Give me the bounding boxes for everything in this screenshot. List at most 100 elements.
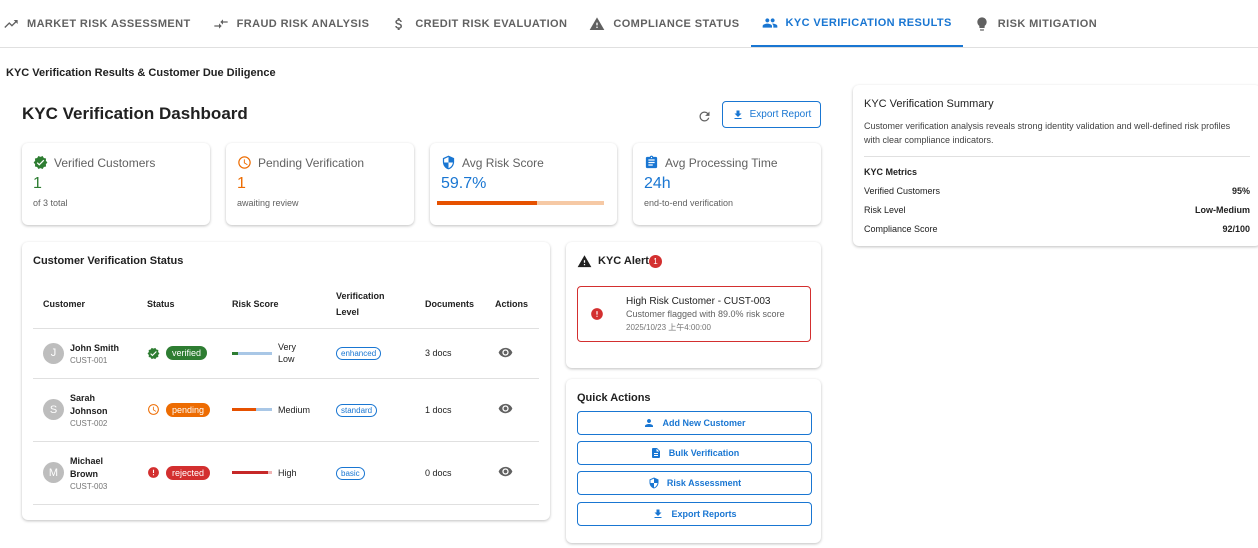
stat-subtext: end-to-end verification: [644, 198, 734, 208]
stat-value: 59.7%: [441, 175, 487, 192]
summary-title: KYC Verification Summary: [864, 98, 994, 110]
actions-cell: [485, 441, 539, 505]
button-label: Export Reports: [671, 509, 737, 519]
view-button[interactable]: [495, 347, 513, 362]
risk-label: High: [278, 467, 297, 478]
stat-value: 1: [237, 175, 246, 192]
clock-icon: [148, 404, 159, 415]
tab-credit-risk[interactable]: CREDIT RISK EVALUATION: [380, 0, 578, 47]
alert-item[interactable]: High Risk Customer - CUST-003 Customer f…: [577, 286, 811, 342]
customer-table: Customer Status Risk Score Verification …: [33, 280, 539, 505]
status-badge: pending: [166, 402, 211, 417]
export-report-button[interactable]: Export Report: [722, 101, 821, 128]
add-new-customer-button[interactable]: Add New Customer: [577, 411, 812, 435]
tab-risk-mitigation[interactable]: RISK MITIGATION: [963, 0, 1108, 47]
risk-bar: [232, 351, 272, 355]
level-cell: standard: [326, 378, 415, 442]
metric-row: Compliance Score 92/100: [864, 224, 1250, 234]
customer-name: John Smith: [70, 342, 119, 353]
person-add-icon: [645, 419, 654, 427]
customer-name: Sarah Johnson: [70, 392, 108, 416]
metric-label: Compliance Score: [864, 224, 938, 234]
stat-label: Pending Verification: [258, 155, 365, 170]
documents-cell: 3 docs: [415, 328, 485, 379]
table-row: J John Smith CUST-001 verified Very Low …: [33, 328, 539, 379]
metrics-title: KYC Metrics: [864, 167, 918, 177]
avatar: S: [43, 399, 64, 420]
dashboard-title: KYC Verification Dashboard: [22, 104, 248, 123]
alerts-count-badge: 1: [649, 255, 662, 268]
actions-cell: [485, 328, 539, 379]
shield-icon: [442, 155, 455, 170]
page-subtitle: KYC Verification Results & Customer Due …: [6, 67, 276, 79]
risk-assessment-button[interactable]: Risk Assessment: [577, 471, 812, 495]
status-cell: pending: [137, 378, 222, 442]
verification-level-badge: basic: [336, 466, 365, 480]
verification-level-badge: enhanced: [336, 347, 382, 360]
quick-actions-card: Quick Actions Add New Customer Bulk Veri…: [566, 379, 821, 543]
tab-compliance[interactable]: COMPLIANCE STATUS: [578, 0, 750, 47]
metric-row: Risk Level Low-Medium: [864, 205, 1250, 215]
compare-arrows-icon: [213, 18, 228, 29]
trending-up-icon: [4, 19, 18, 28]
shield-icon: [649, 477, 659, 489]
status-cell: rejected: [137, 441, 222, 505]
metric-label: Risk Level: [864, 205, 906, 215]
stat-subtext: of 3 total: [33, 198, 68, 208]
people-icon: [762, 17, 777, 28]
refresh-button[interactable]: [694, 106, 714, 126]
column-header: Documents: [415, 280, 485, 329]
tab-label: COMPLIANCE STATUS: [613, 17, 740, 30]
warning-icon: [590, 16, 605, 30]
alert-timestamp: 2025/10/23 上午4:00:00: [626, 323, 711, 332]
button-label: Bulk Verification: [668, 448, 740, 458]
documents-cell: 1 docs: [415, 378, 485, 442]
stat-header: Verified Customers: [33, 155, 155, 170]
divider: [864, 156, 1250, 157]
level-cell: basic: [326, 441, 415, 505]
refresh-icon: [699, 111, 709, 121]
button-label: Add New Customer: [662, 418, 746, 428]
kyc-summary-card: KYC Verification Summary Customer verifi…: [853, 85, 1258, 246]
verification-level-badge: standard: [336, 403, 378, 417]
eye-icon: [498, 347, 513, 357]
risk-cell: Very Low: [222, 328, 326, 379]
customer-id: CUST-003: [70, 481, 108, 491]
status-badge: verified: [166, 346, 208, 360]
verified-icon: [147, 347, 160, 359]
stat-subtext: awaiting review: [237, 198, 299, 208]
export-reports-button[interactable]: Export Reports: [577, 502, 812, 526]
column-header: Verification Level: [326, 280, 415, 329]
download-icon: [654, 509, 662, 518]
view-button[interactable]: [495, 466, 513, 481]
risk-label: Medium: [278, 404, 311, 415]
avatar: M: [43, 462, 64, 483]
customer-cell: S Sarah Johnson CUST-002: [33, 378, 137, 442]
risk-bar-fill: [232, 471, 268, 474]
bulk-verification-button[interactable]: Bulk Verification: [577, 441, 812, 465]
tab-label: KYC VERIFICATION RESULTS: [785, 16, 952, 29]
metric-row: Verified Customers 95%: [864, 186, 1250, 196]
customer-id: CUST-001: [70, 355, 108, 365]
table-row: S Sarah Johnson CUST-002 pending Medium …: [33, 378, 539, 442]
risk-cell: High: [222, 441, 326, 505]
document-icon: [651, 448, 660, 458]
alerts-title: KYC Alerts: [598, 255, 656, 267]
risk-bar-fill: [232, 351, 238, 355]
warning-icon: [577, 255, 592, 268]
download-icon: [734, 110, 742, 119]
tab-market-risk[interactable]: MARKET RISK ASSESSMENT: [0, 0, 202, 47]
metric-label: Verified Customers: [864, 186, 941, 196]
avatar: J: [43, 342, 64, 364]
clock-icon: [238, 156, 251, 169]
alert-description: Customer flagged with 89.0% risk score: [626, 309, 785, 319]
view-button[interactable]: [495, 403, 513, 418]
stat-label: Avg Risk Score: [462, 155, 544, 170]
button-label: Risk Assessment: [666, 478, 742, 488]
tab-kyc-verification[interactable]: KYC VERIFICATION RESULTS: [750, 0, 963, 47]
export-report-label: Export Report: [749, 109, 812, 120]
customer-cell: M Michael Brown CUST-003: [33, 441, 137, 505]
quick-actions-title: Quick Actions: [577, 392, 651, 404]
tab-fraud-risk[interactable]: FRAUD RISK ANALYSIS: [202, 0, 381, 47]
table-header-row: Customer Status Risk Score Verification …: [33, 280, 539, 329]
